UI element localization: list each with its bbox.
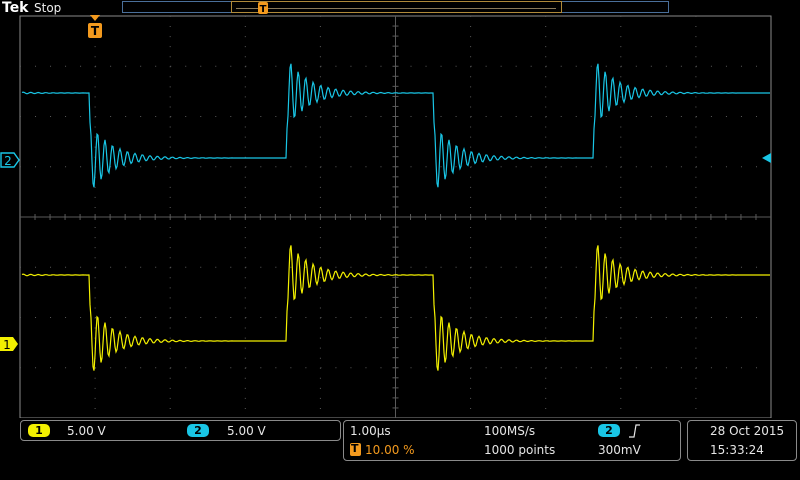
ch1-scale: 5.00 V	[67, 424, 106, 438]
rising-edge-icon	[629, 424, 640, 438]
ch2-scale: 5.00 V	[227, 424, 266, 438]
trigger-level: 300mV	[598, 443, 641, 457]
svg-text:2: 2	[4, 154, 12, 168]
trigger-level-arrow-icon[interactable]	[762, 153, 771, 163]
trigger-position-marker[interactable]: T	[88, 15, 102, 38]
record-length: 1000 points	[484, 443, 556, 457]
datetime-readout: 28 Oct 2015 15:33:24	[687, 420, 797, 461]
svg-text:T: T	[260, 4, 267, 15]
record-trigger-marker: T	[258, 2, 268, 15]
graticule-grid	[20, 16, 771, 418]
sample-rate: 100MS/s	[484, 424, 536, 438]
trigger-marker-label: T	[91, 24, 100, 38]
scope-display: T T 2 1	[0, 2, 772, 418]
trigger-source-badge: 2	[598, 424, 620, 437]
trigger-arrow-icon	[90, 15, 100, 21]
time: 15:33:24	[710, 443, 764, 457]
date: 28 Oct 2015	[710, 424, 785, 438]
vertical-readout[interactable]: 1 5.00 V 2 5.00 V	[20, 420, 341, 441]
svg-text:1: 1	[3, 338, 11, 352]
trigger-position-icon: T	[350, 442, 361, 456]
ch2-ground-marker[interactable]: 2	[0, 152, 20, 168]
ch1-badge: 1	[28, 424, 50, 437]
timebase-scale: 1.00µs	[350, 424, 391, 438]
readout-bar: 1 5.00 V 2 5.00 V 1.00µs 100MS/s 2 T 10.…	[0, 418, 800, 480]
ch1-ground-marker[interactable]: 1	[0, 337, 18, 352]
horizontal-trigger-readout[interactable]: 1.00µs 100MS/s 2 T 10.00 % 1000 points 3…	[343, 420, 681, 461]
ch2-badge: 2	[187, 424, 209, 437]
trigger-position-value: 10.00 %	[365, 443, 415, 457]
